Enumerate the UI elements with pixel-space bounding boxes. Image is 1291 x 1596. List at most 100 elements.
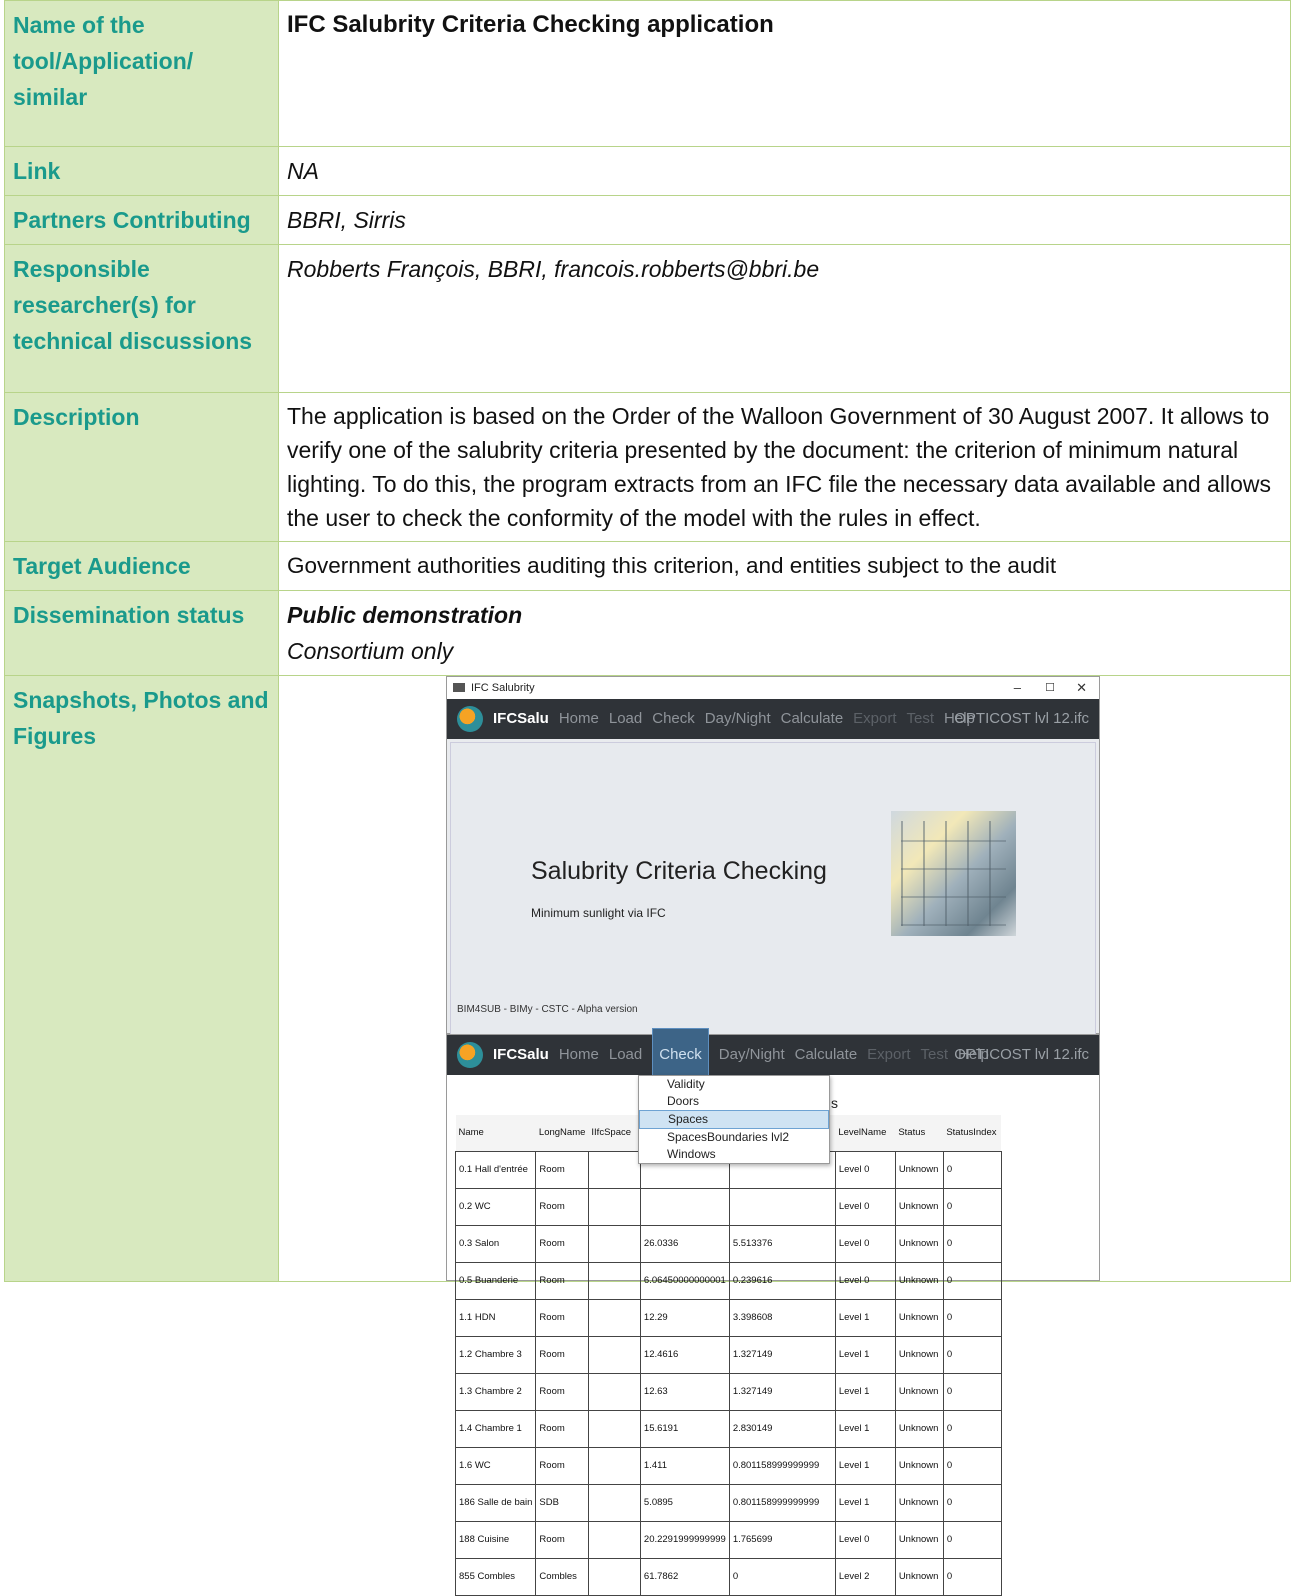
column-header[interactable]: Status — [895, 1115, 944, 1152]
table-cell: Level 1 — [834, 1336, 896, 1374]
table-cell: 0.801158999999999 — [728, 1447, 836, 1485]
table-cell — [587, 1336, 641, 1374]
table-cell: 1.2 Chambre 3 — [454, 1336, 537, 1374]
menu-home[interactable]: Home — [559, 701, 599, 737]
check-doors-item[interactable]: Doors — [639, 1093, 829, 1110]
table-cell: 5.0895 — [639, 1484, 730, 1522]
menu-test[interactable]: Test — [907, 701, 935, 737]
partners-value: BBRI, Sirris — [278, 195, 1291, 245]
spaces-table: Name LongName IIfcSpace LevelName Status Stat… — [454, 1115, 1002, 1596]
maximize-button[interactable]: ☐ — [1045, 677, 1055, 699]
menu-check[interactable]: Check — [652, 1028, 709, 1082]
link-value: NA — [278, 146, 1291, 196]
table-cell: 1.327149 — [728, 1336, 836, 1374]
table-cell: 855 Combles — [454, 1558, 537, 1596]
table-cell: 0 — [942, 1558, 1002, 1596]
dissemination-public: Public demonstration — [287, 602, 523, 628]
menu-load[interactable]: Load — [609, 1037, 642, 1073]
menu-export[interactable]: Export — [867, 1037, 910, 1073]
check-spaces-item[interactable]: Spaces — [639, 1110, 829, 1129]
table-cell: 0 — [942, 1373, 1002, 1411]
menu-home[interactable]: Home — [559, 1037, 599, 1073]
check-validity-item[interactable]: Validity — [639, 1076, 829, 1093]
menu-export[interactable]: Export — [853, 701, 896, 737]
table-cell: 0 — [942, 1151, 1002, 1189]
table-row[interactable]: 1.2 Chambre 3 Room 12.4616 1.327149 Level 1U… — [454, 1336, 1002, 1374]
splash-footer: BIM4SUB - BIMy - CSTC - Alpha version — [457, 1004, 638, 1015]
menu-calculate[interactable]: Calculate — [795, 1037, 858, 1073]
table-row[interactable]: 0.3 Salon Room 26.0336 5.513376 Level 0 Unkno… — [454, 1225, 1002, 1263]
table-cell — [728, 1188, 836, 1226]
file-name: OPTICOST lvl 12.ifc — [954, 1046, 1089, 1063]
table-cell: 15.6191 — [639, 1410, 730, 1448]
column-header[interactable]: StatusIndex — [943, 1115, 1002, 1152]
table-cell: Level 1 — [834, 1447, 896, 1485]
table-cell: Room — [535, 1262, 589, 1300]
table-cell: 0.1 Hall d'entrée — [454, 1151, 537, 1189]
table-row[interactable]: 0.5 Buanderie Room 6.06450000000001 0.23961… — [454, 1262, 1002, 1300]
label-snapshots: Snapshots, Photos and Figures — [4, 675, 279, 1282]
close-button[interactable]: ✕ — [1076, 677, 1087, 699]
table-cell: 186 Salle de bain — [454, 1484, 537, 1522]
table-cell: Level 1 — [834, 1299, 896, 1337]
menu-test[interactable]: Test — [921, 1037, 949, 1073]
table-row[interactable]: 1.1 HDN Room 12.29 3.398608 Level 1 Unknown 0 — [454, 1299, 1002, 1337]
table-cell: 0.801158999999999 — [728, 1484, 836, 1522]
check-windows-item[interactable]: Windows — [639, 1146, 829, 1163]
column-header[interactable]: LongName — [535, 1115, 589, 1152]
table-cell: Level 1 — [834, 1410, 896, 1448]
table-cell — [587, 1484, 641, 1522]
column-header[interactable]: Name — [455, 1115, 536, 1152]
table-cell — [587, 1447, 641, 1485]
table-cell: 12.29 — [639, 1299, 730, 1337]
table-cell: Unknown — [894, 1558, 944, 1596]
table-cell — [587, 1373, 641, 1411]
table-cell: 0 — [942, 1336, 1002, 1374]
table-cell — [587, 1262, 641, 1300]
table-cell: Level 2 — [834, 1558, 896, 1596]
table-cell — [587, 1299, 641, 1337]
table-row[interactable]: 1.4 Chambre 1 Room 15.6191 2.830149 Level 1U… — [454, 1410, 1002, 1448]
menu-load[interactable]: Load — [609, 701, 642, 737]
file-name: OPTICOST lvl 12.ifc — [954, 710, 1089, 727]
column-header[interactable]: LevelName — [835, 1115, 896, 1152]
table-row[interactable]: 0.2 WC Room Level 0 Unknown 0 — [454, 1188, 1002, 1226]
table-row[interactable]: 1.6 WC Room 1.411 0.801158999999999 Level 1U… — [454, 1447, 1002, 1485]
dissemination-consortium: Consortium only — [287, 638, 454, 664]
table-cell: Unknown — [894, 1447, 944, 1485]
table-cell: 6.06450000000001 — [639, 1262, 730, 1300]
table-row[interactable]: 186 Salle de bain SDB 5.0895 0.801158999999… — [454, 1484, 1002, 1522]
table-cell — [587, 1558, 641, 1596]
table-cell: 3.398608 — [728, 1299, 836, 1337]
window-icon — [453, 683, 465, 692]
table-cell: 0.5 Buanderie — [454, 1262, 537, 1300]
table-cell: 0 — [942, 1188, 1002, 1226]
menu-day-night[interactable]: Day/Night — [719, 1037, 785, 1073]
table-cell: Combles — [535, 1558, 589, 1596]
window-titlebar: IFC Salubrity – ☐ ✕ — [447, 677, 1099, 699]
table-cell: Unknown — [894, 1521, 944, 1559]
table-cell: Unknown — [894, 1299, 944, 1337]
column-header[interactable]: IIfcSpace — [588, 1115, 641, 1152]
table-row[interactable]: 855 Combles Combles 61.7862 0 Level 2 Unknown… — [454, 1558, 1002, 1596]
minimize-button[interactable]: – — [1014, 677, 1021, 699]
table-cell: Unknown — [894, 1336, 944, 1374]
menu-calculate[interactable]: Calculate — [781, 701, 844, 737]
table-cell — [639, 1188, 730, 1226]
table-cell: Level 0 — [834, 1225, 896, 1263]
table-cell: 5.513376 — [728, 1225, 836, 1263]
table-cell: 0 — [942, 1262, 1002, 1300]
menu-check[interactable]: Check — [652, 701, 695, 737]
menu-day-night[interactable]: Day/Night — [705, 701, 771, 737]
table-row[interactable]: 1.3 Chambre 2 Room 12.63 1.327149 Level 1 Unk… — [454, 1373, 1002, 1411]
building-photo — [891, 811, 1016, 936]
table-cell: Level 0 — [834, 1521, 896, 1559]
table-cell: 1.765699 — [728, 1521, 836, 1559]
table-cell: 2.830149 — [728, 1410, 836, 1448]
table-cell: Level 1 — [834, 1373, 896, 1411]
table-cell: 0.3 Salon — [454, 1225, 537, 1263]
table-cell: Unknown — [894, 1262, 944, 1300]
table-row[interactable]: 188 Cuisine Room 20.2291999999999 1.765699 L… — [454, 1521, 1002, 1559]
check-spacesboundaries-item[interactable]: SpacesBoundaries lvl2 — [639, 1129, 829, 1146]
table-cell: Room — [535, 1521, 589, 1559]
